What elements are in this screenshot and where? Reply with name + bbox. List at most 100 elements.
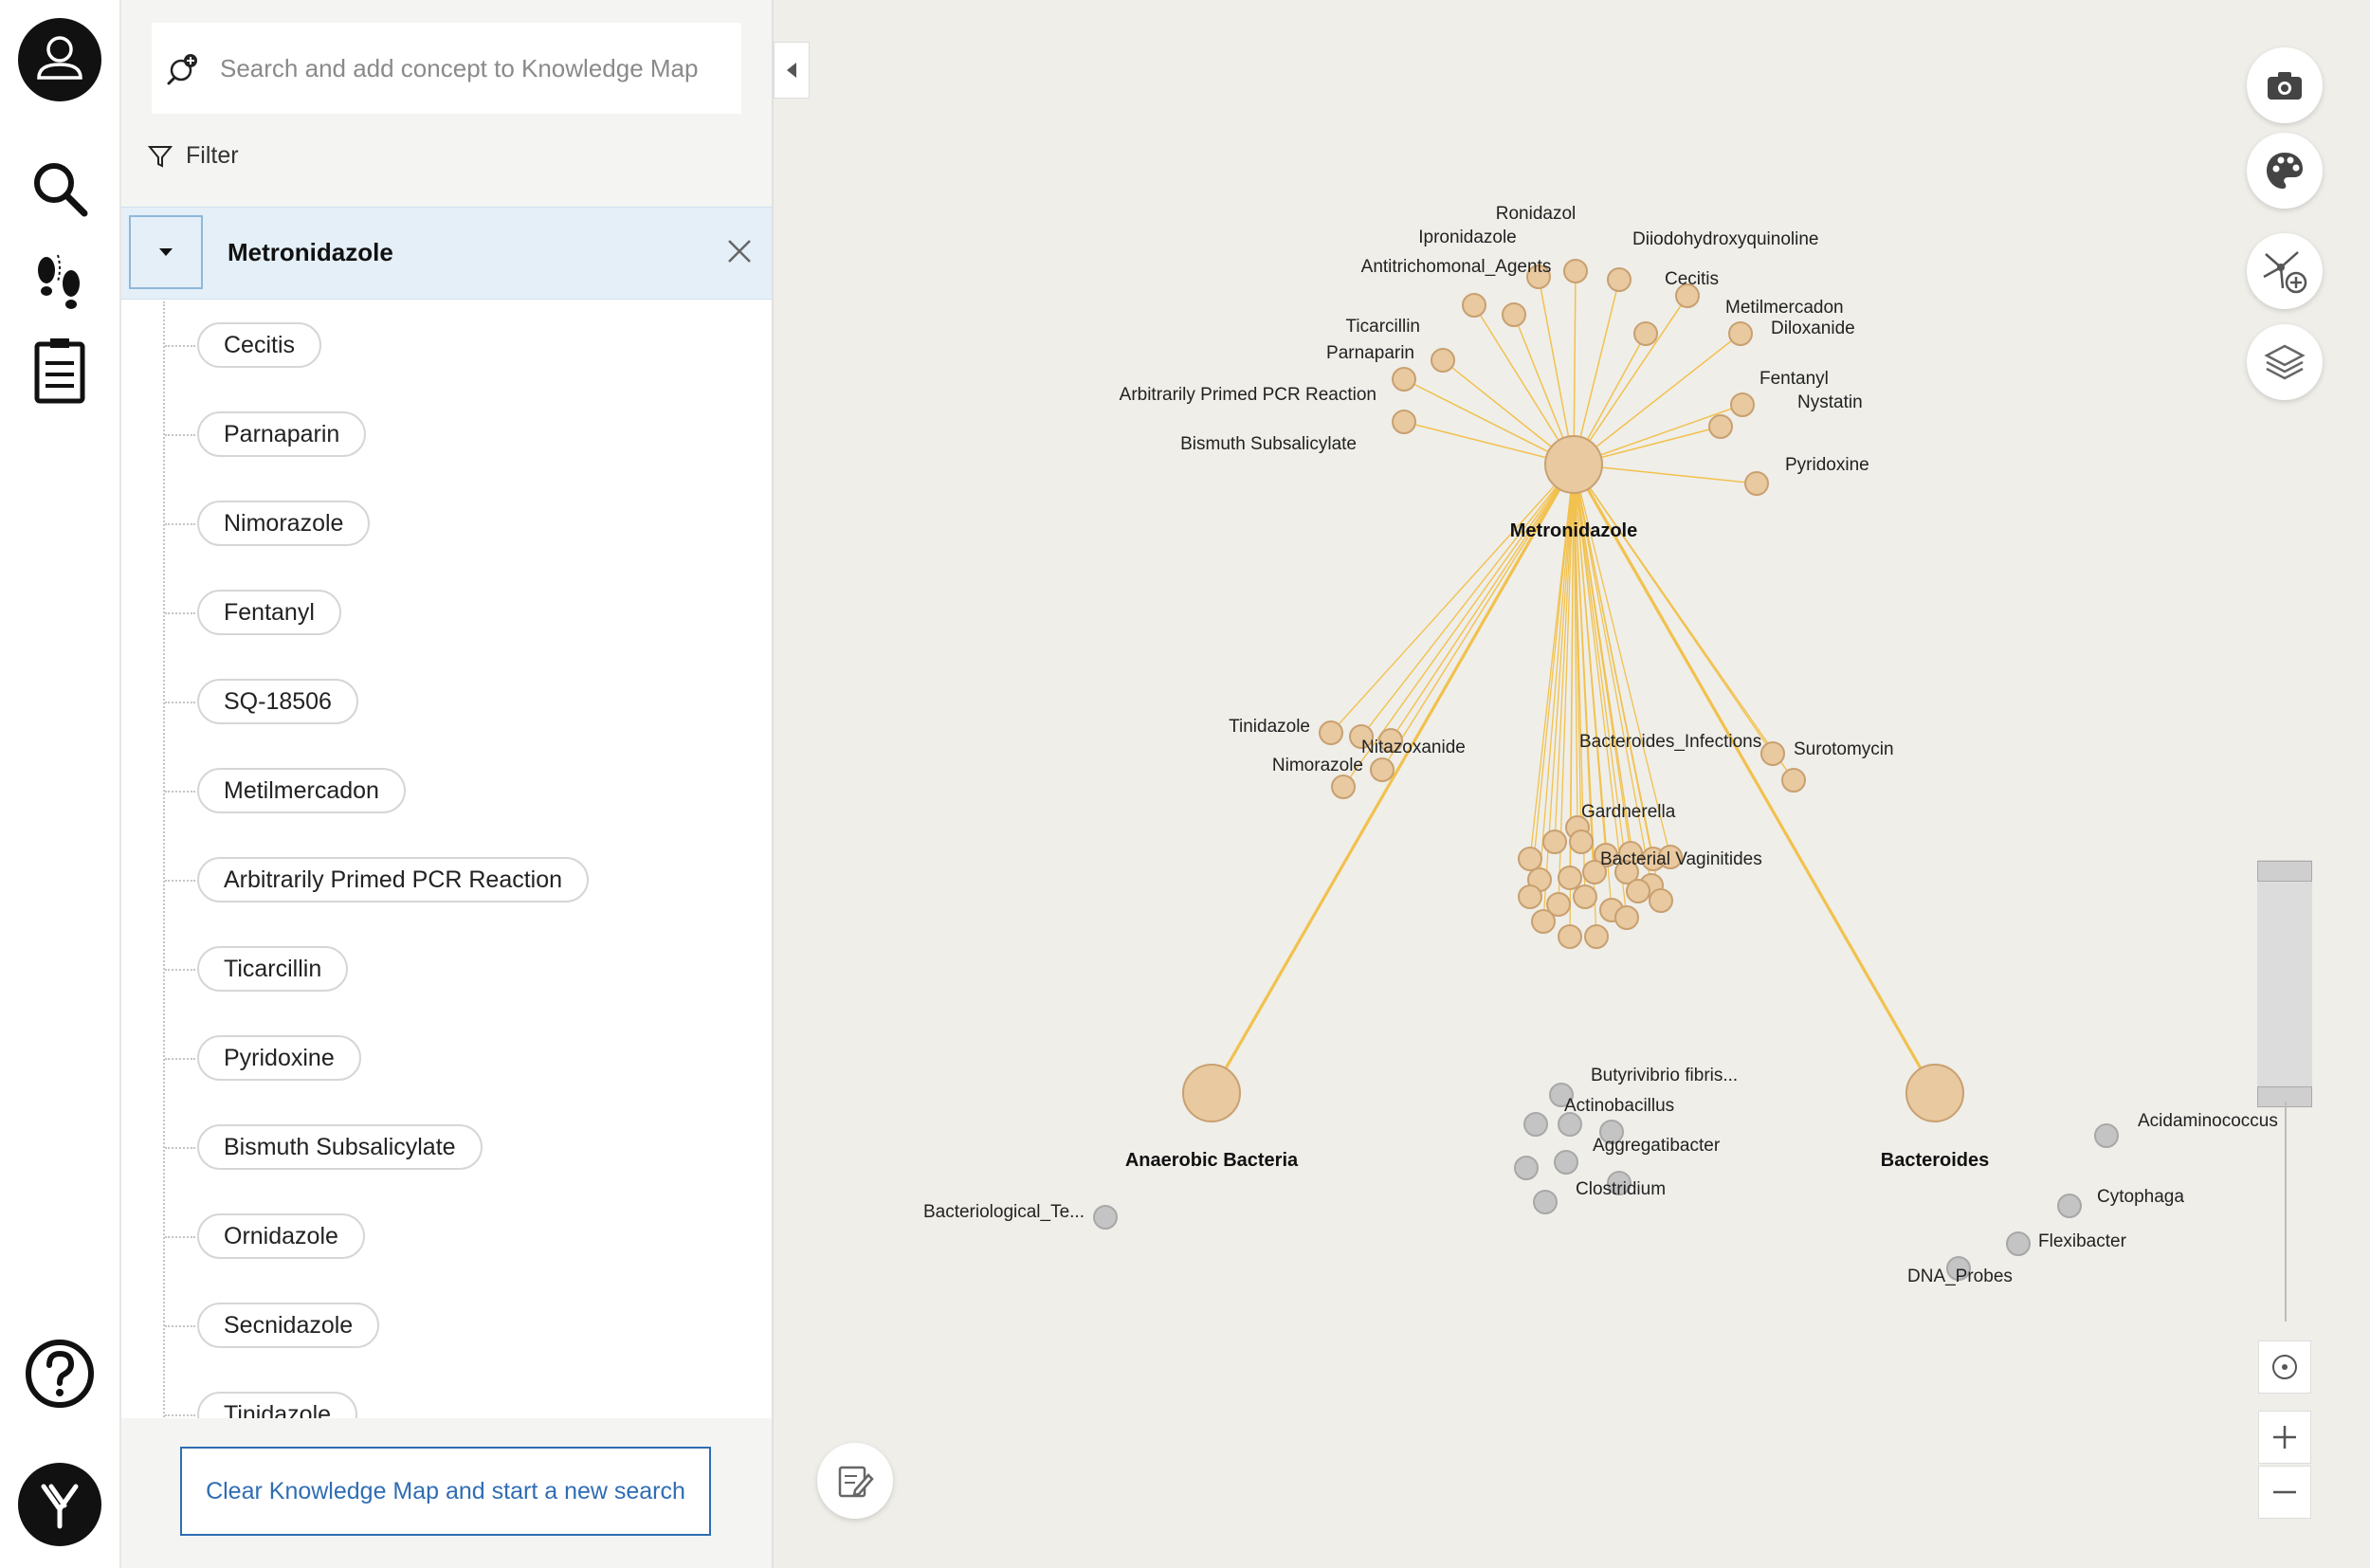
chip-connector: [165, 1058, 195, 1060]
concept-node[interactable]: [1626, 879, 1650, 903]
concept-node[interactable]: [1708, 414, 1733, 439]
concept-node[interactable]: [1544, 435, 1603, 494]
node-label: Antitrichomonal_Agents: [1361, 257, 1552, 277]
concept-node[interactable]: [1781, 768, 1806, 793]
concept-node[interactable]: [1370, 757, 1395, 782]
chip-connector: [165, 434, 195, 436]
concept-node[interactable]: [1558, 866, 1582, 890]
help-icon: [26, 1340, 94, 1408]
concept-chip[interactable]: Tinidazole: [197, 1392, 358, 1418]
concept-node[interactable]: [1760, 741, 1785, 766]
user-avatar-button[interactable]: [15, 15, 104, 104]
concept-node[interactable]: [1563, 259, 1588, 283]
footsteps-nav-button[interactable]: [15, 235, 104, 324]
concept-chip[interactable]: Nimorazole: [197, 501, 371, 546]
concept-node[interactable]: [1331, 775, 1356, 799]
target-icon: [2272, 1355, 2297, 1379]
concept-node[interactable]: [1531, 909, 1556, 934]
node-label: Aggregatibacter: [1593, 1136, 1721, 1156]
grey-node[interactable]: [1554, 1150, 1578, 1175]
palette-icon: [2267, 153, 2303, 189]
user-icon: [18, 18, 101, 101]
node-label: Anaerobic Bacteria: [1125, 1150, 1299, 1171]
filter-label: Filter: [186, 142, 239, 169]
concept-node[interactable]: [1319, 720, 1343, 745]
concept-node[interactable]: [1905, 1064, 1964, 1122]
grey-node[interactable]: [1093, 1205, 1118, 1230]
zoom-in-button[interactable]: [2258, 1411, 2311, 1464]
grey-node[interactable]: [2057, 1194, 2082, 1218]
concept-node[interactable]: [1633, 321, 1658, 346]
node-label: Bacterial Vaginitides: [1600, 849, 1762, 869]
grey-node[interactable]: [2094, 1123, 2119, 1148]
notes-nav-button[interactable]: [15, 326, 104, 415]
concept-node[interactable]: [1518, 884, 1542, 909]
concept-node[interactable]: [1502, 302, 1526, 327]
graph-edge: [1572, 464, 1937, 1094]
grey-node[interactable]: [1523, 1112, 1548, 1137]
zoom-slider-top-handle[interactable]: [2257, 861, 2312, 882]
graph-svg[interactable]: Metronidazole Anaerobic Bacteria Bacteroid…: [774, 0, 2370, 1568]
concept-node[interactable]: [1607, 267, 1632, 292]
concept-chip[interactable]: Ticarcillin: [197, 946, 349, 992]
concept-node[interactable]: [1614, 905, 1639, 930]
knowledge-map-canvas[interactable]: Metronidazole Anaerobic Bacteria Bacteroid…: [774, 0, 2370, 1568]
concept-node[interactable]: [1392, 410, 1416, 434]
concept-node[interactable]: [1558, 924, 1582, 949]
chip-connector: [165, 791, 195, 793]
filter-button[interactable]: Filter: [148, 142, 239, 170]
grey-node[interactable]: [1514, 1156, 1539, 1180]
concept-node[interactable]: [1573, 884, 1597, 909]
selected-concept-row[interactable]: Metronidazole: [121, 207, 772, 300]
concept-node[interactable]: [1431, 348, 1455, 373]
theme-button[interactable]: [2247, 133, 2323, 209]
grey-node[interactable]: [1558, 1112, 1582, 1137]
concept-chip[interactable]: Bismuth Subsalicylate: [197, 1124, 483, 1170]
zoom-out-button[interactable]: [2258, 1466, 2311, 1519]
close-icon[interactable]: [724, 236, 755, 266]
recenter-button[interactable]: [2258, 1340, 2311, 1394]
notes-button[interactable]: [817, 1443, 893, 1519]
concept-node[interactable]: [1584, 924, 1609, 949]
concept-chip[interactable]: Parnaparin: [197, 411, 367, 457]
help-button[interactable]: [15, 1329, 104, 1418]
concept-chip[interactable]: SQ-18506: [197, 679, 358, 724]
concept-node[interactable]: [1392, 367, 1416, 392]
zoom-slider-track[interactable]: [2257, 860, 2312, 1102]
concept-chip[interactable]: Metilmercadon: [197, 768, 406, 813]
node-label: Ronidazol: [1496, 204, 1577, 224]
node-label: Tinidazole: [1229, 717, 1310, 737]
concept-chip[interactable]: Pyridoxine: [197, 1035, 361, 1081]
concept-node[interactable]: [1182, 1064, 1241, 1122]
concept-node[interactable]: [1649, 888, 1673, 913]
grey-node[interactable]: [2006, 1231, 2031, 1256]
concept-node[interactable]: [1542, 830, 1567, 854]
concept-chip[interactable]: Ornidazole: [197, 1213, 365, 1259]
concept-chip[interactable]: Cecitis: [197, 322, 322, 368]
concept-node[interactable]: [1744, 471, 1769, 496]
grey-node[interactable]: [1533, 1190, 1558, 1214]
node-label: Gardnerella: [1581, 802, 1676, 822]
search-input[interactable]: [218, 52, 734, 84]
camera-icon: [2268, 72, 2302, 100]
clear-map-button[interactable]: Clear Knowledge Map and start a new sear…: [180, 1447, 711, 1536]
layers-button[interactable]: [2247, 324, 2323, 400]
concept-node[interactable]: [1569, 830, 1594, 854]
search-nav-button[interactable]: [15, 144, 104, 233]
zoom-slider-line: [2285, 1102, 2287, 1322]
chip-connector: [165, 1414, 195, 1416]
concept-node[interactable]: [1728, 321, 1753, 346]
expand-toggle-button[interactable]: [129, 215, 203, 289]
concept-chip[interactable]: Arbitrarily Primed PCR Reaction: [197, 857, 590, 903]
screenshot-button[interactable]: [2247, 47, 2323, 123]
concept-node[interactable]: [1730, 392, 1755, 417]
concept-node[interactable]: [1518, 847, 1542, 871]
graph-edge: [1573, 333, 1741, 465]
concept-chip[interactable]: Fentanyl: [197, 590, 341, 635]
add-node-button[interactable]: [2247, 233, 2323, 309]
graph-edge: [1360, 464, 1575, 738]
concept-node[interactable]: [1462, 293, 1486, 318]
concept-panel: Filter Metronidazole Cecitis Parnaparin Ni…: [121, 0, 774, 1568]
search-box[interactable]: [152, 23, 741, 114]
concept-chip[interactable]: Secnidazole: [197, 1303, 380, 1348]
